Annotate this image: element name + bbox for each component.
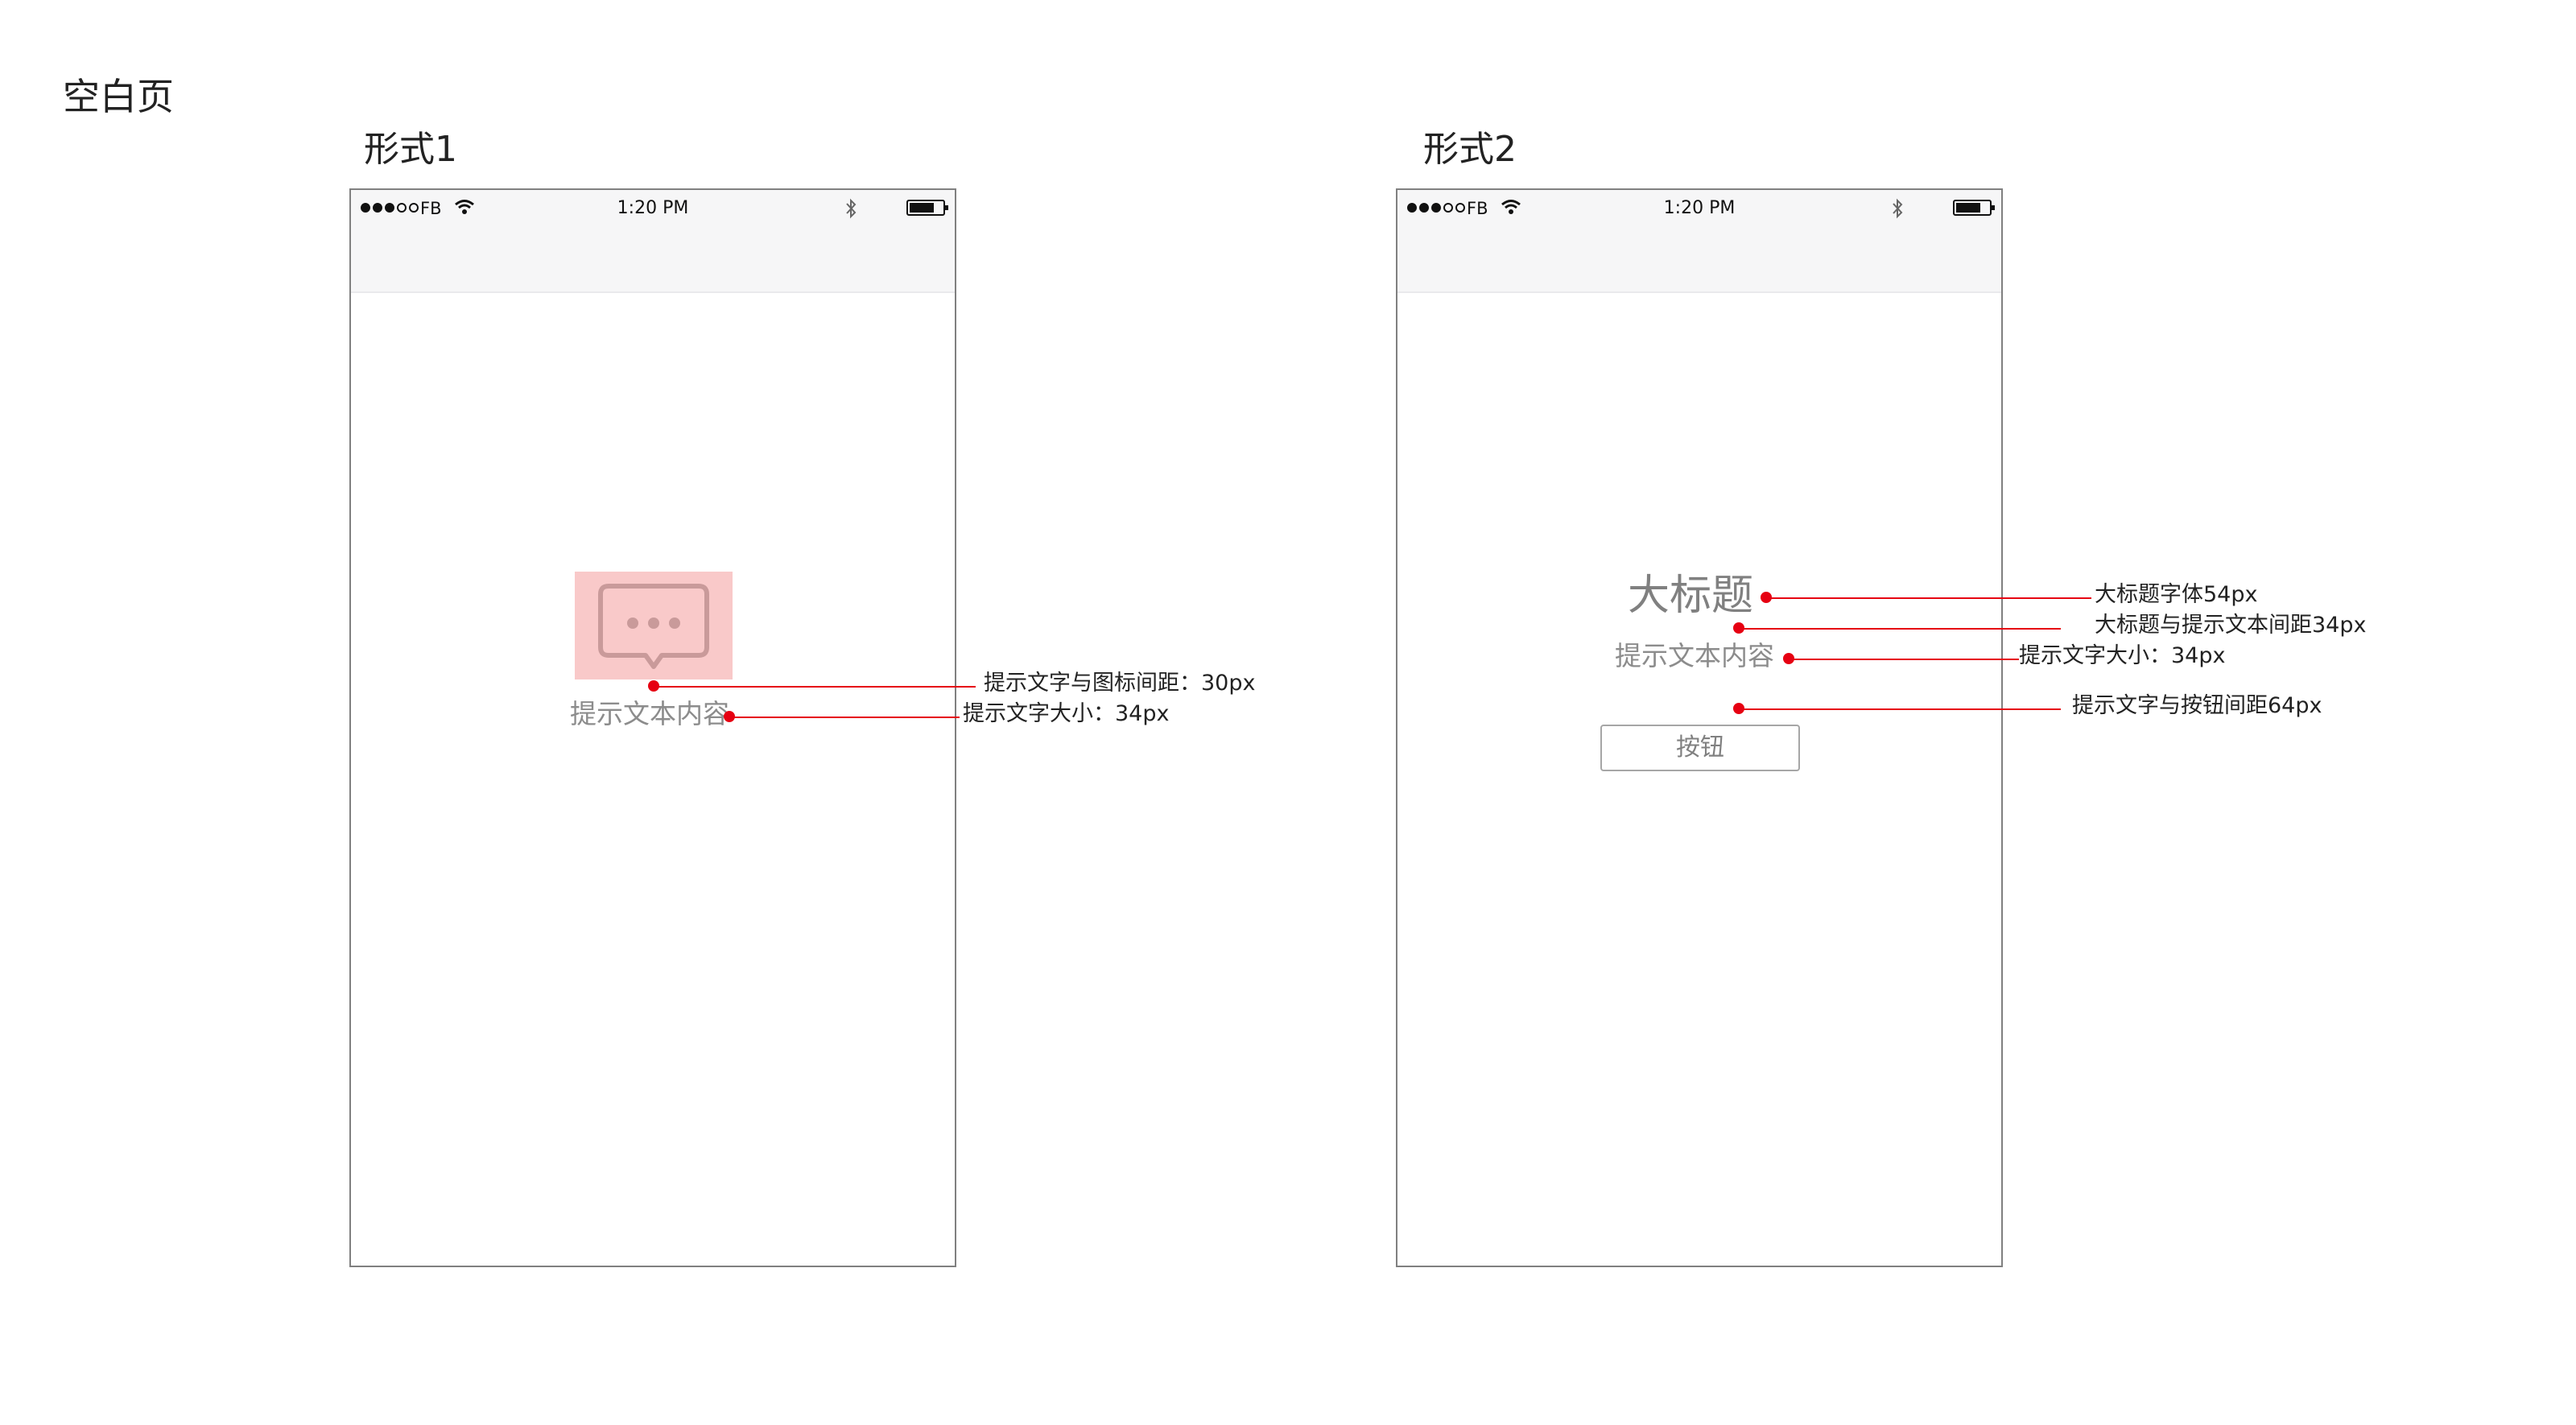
hint-text: 提示文本内容: [1615, 640, 1774, 671]
annotation-line: [1766, 597, 2091, 599]
annotation-title-spacing: 大标题与提示文本间距34px: [2095, 613, 2367, 638]
action-button[interactable]: 按钮: [1600, 725, 1800, 771]
battery-icon: [906, 200, 948, 216]
phone-mockup-form2: FB 1:20 PM 大标题 提示文本内容 按钮: [1396, 188, 2003, 1267]
annotation-hint-size: 提示文字大小：34px: [963, 701, 1170, 726]
annotation-marker: [724, 711, 735, 722]
annotation-marker: [648, 680, 659, 692]
phone-mockup-form1: FB 1:20 PM 提示文本内容: [349, 188, 956, 1267]
hint-text: 提示文本内容: [570, 698, 729, 729]
annotation-marker: [1783, 653, 1794, 664]
chat-bubble-icon: [575, 572, 733, 679]
bluetooth-icon: [1892, 198, 1903, 222]
form2-title: 形式2: [1423, 129, 1517, 170]
status-time: 1:20 PM: [617, 198, 689, 218]
navigation-bar: FB 1:20 PM: [351, 190, 955, 293]
status-time: 1:20 PM: [1663, 198, 1736, 218]
bluetooth-icon: [845, 198, 857, 222]
artboard: 空白页 形式1 FB 1:20 PM 提示文本内容 提示文字与图标间距：30px…: [0, 0, 2576, 1425]
annotation-line: [654, 686, 976, 688]
big-title: 大标题: [1628, 572, 1754, 620]
annotation-title-size: 大标题字体54px: [2095, 582, 2258, 607]
annotation-button-spacing: 提示文字与按钮间距64px: [2072, 693, 2322, 718]
page-title: 空白页: [63, 75, 174, 118]
annotation-icon-spacing: 提示文字与图标间距：30px: [984, 671, 1256, 696]
annotation-marker: [1761, 592, 1772, 603]
annotation-line: [729, 717, 960, 718]
annotation-line: [1789, 659, 2019, 660]
battery-icon: [1953, 200, 1995, 216]
annotation-line: [1739, 628, 2061, 630]
annotation-marker: [1733, 703, 1744, 714]
form1-title: 形式1: [364, 129, 457, 170]
annotation-hint-size: 提示文字大小：34px: [2019, 643, 2226, 668]
annotation-line: [1739, 708, 2061, 710]
navigation-bar: FB 1:20 PM: [1397, 190, 2001, 293]
annotation-marker: [1733, 622, 1744, 634]
